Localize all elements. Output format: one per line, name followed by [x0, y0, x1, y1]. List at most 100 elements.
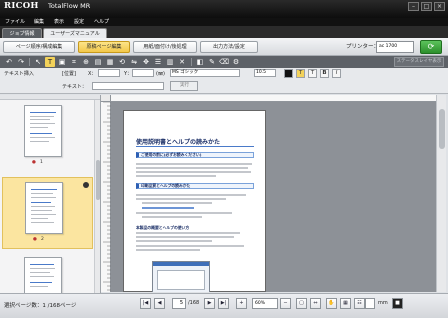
flip-tool-icon[interactable]: ⇋ — [129, 57, 139, 67]
canvas-scrollbar[interactable] — [436, 95, 446, 292]
document-title: 使用説明書とヘルプの読みかた — [136, 139, 221, 146]
thumbnail-line — [30, 141, 49, 142]
magnify-tool-icon[interactable]: ⊕ — [81, 57, 91, 67]
text-color-button[interactable] — [284, 69, 293, 78]
fit-page-icon[interactable]: ▢ — [296, 298, 307, 309]
page-status-icon — [83, 182, 89, 188]
apply-button[interactable]: 実行 — [170, 81, 198, 91]
step-output-settings[interactable]: 出力方法/設定 — [200, 41, 258, 53]
tab-user-manual[interactable]: ユーザーズマニュアル — [43, 28, 107, 38]
thumbnail-line — [30, 116, 54, 117]
crop-tool-icon[interactable]: ⌗ — [69, 57, 79, 67]
text-outline-button[interactable]: T — [308, 69, 317, 78]
font-select[interactable]: MS ゴシック — [170, 69, 240, 77]
pointer-icon[interactable]: ↖ — [33, 57, 43, 67]
thumbnail-page-2[interactable]: ● 2 — [2, 177, 93, 249]
printer-select[interactable]: ac 1700 — [376, 41, 414, 53]
thumbnail-scrollbar[interactable] — [94, 100, 100, 295]
menu-file[interactable]: ファイル — [5, 18, 25, 26]
step-page-edit[interactable]: 原稿ページ編集 — [78, 41, 130, 53]
thumbnail-line — [31, 214, 56, 215]
menu-edit[interactable]: 編集 — [34, 18, 44, 26]
thumbnail-line — [30, 119, 50, 120]
toolbar-divider — [191, 58, 192, 66]
grid-tool-icon[interactable]: ▥ — [165, 57, 175, 67]
redo-icon[interactable]: ↷ — [16, 57, 26, 67]
thumbnail-line — [30, 133, 52, 134]
first-page-button[interactable]: |◀ — [140, 298, 151, 309]
thumbnail-line — [31, 222, 54, 223]
thumbnail-line — [30, 123, 55, 124]
grid-view-icon[interactable]: ☷ — [354, 298, 365, 309]
zoom-out-button[interactable]: − — [280, 298, 291, 309]
y-input[interactable] — [132, 69, 154, 77]
canvas-scroll-handle[interactable] — [439, 109, 445, 149]
thumbnail-line — [31, 206, 55, 207]
text-tool-icon[interactable]: T — [45, 57, 55, 67]
view-mode-icon[interactable]: ▦ — [340, 298, 351, 309]
selected-pages-status: 選択ページ数：1 /168ページ — [4, 303, 77, 309]
settings-icon[interactable]: ⚙ — [231, 57, 241, 67]
document-page[interactable]: 使用説明書とヘルプの読みかた ご使用の前に(必ずお読みください) 印刷品質とヘル… — [123, 110, 266, 292]
mask-tool-icon[interactable]: ▤ — [93, 57, 103, 67]
tab-job-info[interactable]: ジョブ情報 — [2, 28, 42, 38]
body-text-line — [136, 232, 240, 234]
text-content-input[interactable] — [92, 82, 164, 90]
menu-view[interactable]: 表示 — [54, 18, 64, 26]
thumbnail-page-3[interactable] — [2, 253, 93, 293]
zoom-select[interactable]: 60% — [252, 298, 278, 309]
thumbnail-image — [24, 257, 62, 293]
status-marker-icon: ■ — [392, 298, 403, 309]
title-rule — [136, 146, 254, 147]
hand-tool-icon[interactable]: ✋ — [326, 298, 337, 309]
body-text-line — [136, 167, 248, 169]
run-button[interactable]: ⟳ — [420, 40, 442, 54]
brush-icon[interactable]: ✎ — [207, 57, 217, 67]
maximize-button[interactable]: □ — [421, 2, 432, 11]
unit-value-box[interactable] — [365, 298, 375, 309]
fit-width-icon[interactable]: ⇔ — [310, 298, 321, 309]
body-text-line — [142, 202, 212, 204]
unit-label: mm — [378, 300, 388, 306]
image-tool-icon[interactable]: ▣ — [57, 57, 67, 67]
page-marker-icon: ● — [33, 237, 37, 242]
thumbnail-page-1[interactable]: ● 1 — [2, 101, 93, 173]
x-input[interactable] — [98, 69, 120, 77]
step-page-order[interactable]: ページ順序/構成編集 — [3, 41, 75, 53]
step-paper-finishing[interactable]: 用紙/面付け/後処理 — [133, 41, 197, 53]
layer-icon[interactable]: ◧ — [195, 57, 205, 67]
font-size-select[interactable]: 10.5 — [254, 69, 276, 77]
body-link-line — [142, 207, 194, 209]
page-canvas[interactable]: 使用説明書とヘルプの読みかた ご使用の前に(必ずお読みください) 印刷品質とヘル… — [111, 102, 436, 292]
last-page-button[interactable]: ▶| — [218, 298, 229, 309]
body-text-line — [136, 212, 232, 214]
edit-toolbar: ↶ ↷ ↖ T ▣ ⌗ ⊕ ▤ ▦ ⟲ ⇋ ✥ ☰ ▥ ✕ ◧ ✎ ⌫ ⚙ ステ… — [0, 56, 448, 68]
delete-tool-icon[interactable]: ✕ — [177, 57, 187, 67]
thumbnail-image — [25, 182, 63, 234]
bold-button[interactable]: B — [320, 69, 329, 78]
minimize-button[interactable]: – — [408, 2, 419, 11]
stamp-tool-icon[interactable]: ▦ — [105, 57, 115, 67]
eraser-icon[interactable]: ⌫ — [219, 57, 229, 67]
body-text-line — [136, 171, 251, 173]
move-tool-icon[interactable]: ✥ — [141, 57, 151, 67]
thumbnail-line — [31, 193, 53, 194]
italic-button[interactable]: I — [332, 69, 341, 78]
menu-settings[interactable]: 設定 — [74, 18, 84, 26]
align-tool-icon[interactable]: ☰ — [153, 57, 163, 67]
status-layer-button[interactable]: ステータスレイヤ表示 — [394, 57, 444, 67]
thumbnail-scroll-handle[interactable] — [96, 160, 100, 200]
thumbnail-line — [31, 189, 57, 190]
previous-page-button[interactable]: ◀ — [154, 298, 165, 309]
menu-help[interactable]: ヘルプ — [94, 18, 109, 26]
close-button[interactable]: × — [434, 2, 445, 11]
page-total: /168 — [188, 300, 200, 306]
rotate-tool-icon[interactable]: ⟲ — [117, 57, 127, 67]
page-number-input[interactable]: 5 — [172, 298, 186, 309]
next-page-button[interactable]: ▶ — [204, 298, 215, 309]
text-highlight-button[interactable]: T — [296, 69, 305, 78]
horizontal-ruler — [110, 95, 436, 110]
body-text-line — [136, 163, 252, 165]
undo-icon[interactable]: ↶ — [4, 57, 14, 67]
ruler-corner — [101, 95, 111, 102]
